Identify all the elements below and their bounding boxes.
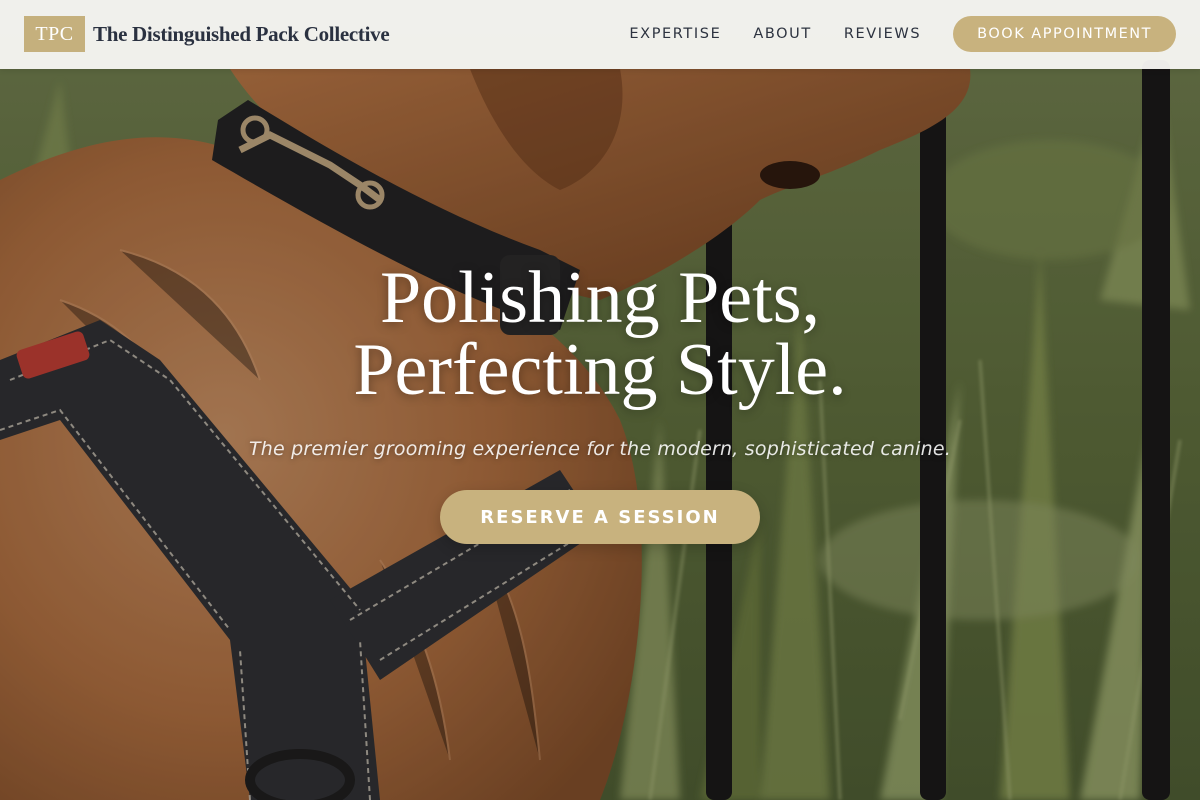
brand-name: The Distinguished Pack Collective — [93, 21, 390, 46]
hero-title: Polishing Pets, Perfecting Style. — [0, 257, 1200, 411]
nav-link-about[interactable]: ABOUT — [753, 26, 812, 42]
logo-badge: TPC — [24, 16, 85, 52]
hero-content: Polishing Pets, Perfecting Style. The pr… — [0, 257, 1200, 544]
nav-link-reviews[interactable]: REVIEWS — [844, 26, 921, 42]
hero-title-line-1: Polishing Pets, — [380, 257, 820, 339]
main-nav: EXPERTISE ABOUT REVIEWS BOOK APPOINTMENT — [629, 16, 1176, 52]
reserve-session-button[interactable]: RESERVE A SESSION — [440, 490, 760, 544]
hero-title-line-2: Perfecting Style. — [353, 329, 847, 411]
site-header: TPC The Distinguished Pack Collective EX… — [0, 0, 1200, 69]
book-appointment-button[interactable]: BOOK APPOINTMENT — [953, 16, 1176, 52]
nav-link-expertise[interactable]: EXPERTISE — [629, 26, 721, 42]
brand-logo-link[interactable]: TPC The Distinguished Pack Collective — [24, 16, 390, 52]
hero-subtitle: The premier grooming experience for the … — [248, 438, 952, 460]
